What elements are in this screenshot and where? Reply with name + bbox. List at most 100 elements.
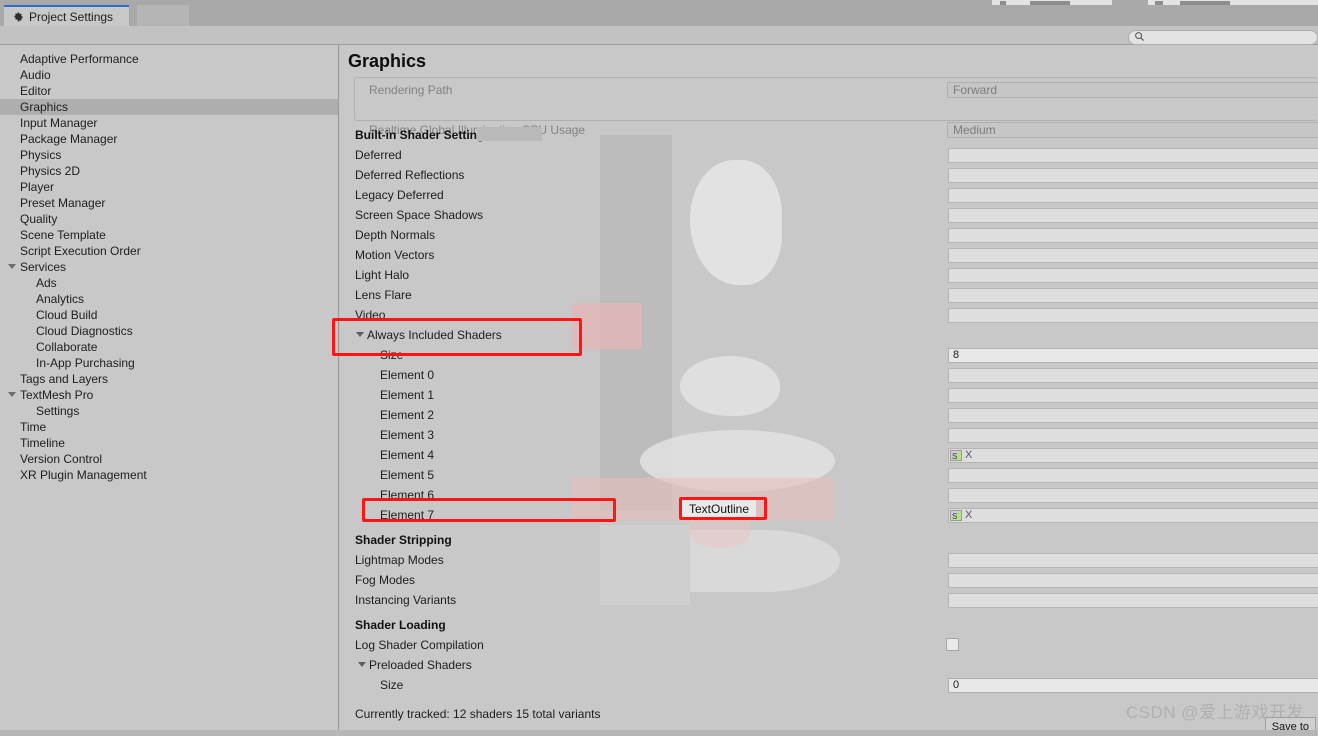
element-object-field[interactable] bbox=[948, 408, 1318, 423]
chevron-down-icon[interactable] bbox=[8, 264, 16, 269]
always-included-size-input[interactable]: 8 bbox=[948, 348, 1318, 363]
element-label: Element 6 bbox=[380, 488, 435, 502]
builtin-shader-object-field[interactable] bbox=[948, 288, 1318, 303]
shader-stripping-heading-text: Shader Stripping bbox=[355, 533, 452, 547]
builtin-shader-object-field[interactable] bbox=[948, 148, 1318, 163]
sidebar-item-label: Ads bbox=[36, 276, 57, 290]
rendering-path-value[interactable]: Forward bbox=[947, 82, 1318, 98]
sidebar-item-audio[interactable]: Audio bbox=[0, 67, 338, 83]
builtin-shader-label: Video bbox=[355, 308, 386, 322]
tab-bar-filler bbox=[137, 5, 189, 26]
sidebar-item-textmesh-pro[interactable]: TextMesh Pro bbox=[0, 387, 338, 403]
element-object-field[interactable] bbox=[948, 368, 1318, 383]
sidebar-item-label: Graphics bbox=[20, 100, 69, 114]
page-title: Graphics bbox=[348, 51, 427, 71]
builtin-shader-object-field[interactable] bbox=[948, 308, 1318, 323]
search-container bbox=[1128, 29, 1318, 45]
sidebar-item-settings[interactable]: Settings bbox=[0, 403, 338, 419]
element-label: Element 3 bbox=[380, 428, 435, 442]
sidebar-item-in-app-purchasing[interactable]: In-App Purchasing bbox=[0, 355, 338, 371]
sidebar-item-ads[interactable]: Ads bbox=[0, 275, 338, 291]
sidebar-item-label: Physics 2D bbox=[20, 164, 81, 178]
sidebar-item-editor[interactable]: Editor bbox=[0, 83, 338, 99]
shader-stripping-dropdown[interactable] bbox=[948, 553, 1318, 568]
builtin-shader-object-field[interactable] bbox=[948, 268, 1318, 283]
sidebar-item-physics-2d[interactable]: Physics 2D bbox=[0, 163, 338, 179]
sidebar-item-tags-and-layers[interactable]: Tags and Layers bbox=[0, 371, 338, 387]
builtin-shader-object-field[interactable] bbox=[948, 188, 1318, 203]
element-object-field[interactable] bbox=[948, 488, 1318, 503]
always-included-element-row: Element 6 bbox=[340, 485, 1318, 505]
preloaded-shaders-foldout[interactable]: Preloaded Shaders bbox=[340, 655, 1318, 675]
shader-stripping-row: Fog Modes bbox=[340, 570, 1318, 590]
builtin-shader-label: Light Halo bbox=[355, 268, 410, 282]
sidebar-item-graphics[interactable]: Graphics bbox=[0, 99, 338, 115]
sidebar-item-label: Services bbox=[20, 260, 67, 274]
builtin-shader-object-field[interactable] bbox=[948, 228, 1318, 243]
log-shader-compilation-checkbox[interactable] bbox=[946, 638, 959, 651]
sidebar-item-package-manager[interactable]: Package Manager bbox=[0, 131, 338, 147]
element-object-name: X bbox=[965, 449, 973, 461]
always-included-shaders-label: Always Included Shaders bbox=[367, 328, 502, 342]
preloaded-size-input[interactable]: 0 bbox=[948, 678, 1318, 693]
shader-stripping-rows: Lightmap Modes Fog Modes Instancing Varian… bbox=[340, 550, 1318, 610]
sidebar-item-label: Input Manager bbox=[20, 116, 98, 130]
sidebar-item-label: Scene Template bbox=[20, 228, 106, 242]
builtin-shader-object-field[interactable] bbox=[948, 168, 1318, 183]
element-object-name: X bbox=[965, 509, 973, 521]
chevron-down-icon[interactable] bbox=[356, 332, 364, 337]
settings-category-sidebar[interactable]: Adaptive Performance Audio Editor Graphics I… bbox=[0, 45, 339, 736]
always-included-shaders-foldout[interactable]: Always Included Shaders bbox=[340, 325, 1318, 345]
always-included-element-row: Element 3 bbox=[340, 425, 1318, 445]
sidebar-item-analytics[interactable]: Analytics bbox=[0, 291, 338, 307]
sidebar-item-scene-template[interactable]: Scene Template bbox=[0, 227, 338, 243]
builtin-shader-label: Depth Normals bbox=[355, 228, 436, 242]
sidebar-item-version-control[interactable]: Version Control bbox=[0, 451, 338, 467]
sidebar-item-label: Version Control bbox=[20, 452, 103, 466]
sidebar-item-preset-manager[interactable]: Preset Manager bbox=[0, 195, 338, 211]
tab-bar: Project Settings bbox=[0, 5, 1318, 26]
sidebar-item-label: Analytics bbox=[36, 292, 85, 306]
element-object-field[interactable] bbox=[948, 428, 1318, 443]
element-object-field[interactable] bbox=[948, 448, 1318, 463]
builtin-shader-object-field[interactable] bbox=[948, 208, 1318, 223]
sidebar-item-script-execution-order[interactable]: Script Execution Order bbox=[0, 243, 338, 259]
builtin-shader-row: Screen Space Shadows bbox=[340, 205, 1318, 225]
element-object-field[interactable] bbox=[948, 508, 1318, 523]
sidebar-item-cloud-build[interactable]: Cloud Build bbox=[0, 307, 338, 323]
sidebar-item-timeline[interactable]: Timeline bbox=[0, 435, 338, 451]
sidebar-item-services[interactable]: Services bbox=[0, 259, 338, 275]
builtin-shader-row: Deferred bbox=[340, 145, 1318, 165]
tab-project-settings[interactable]: Project Settings bbox=[4, 5, 130, 26]
settings-toolbar bbox=[0, 26, 1318, 45]
always-included-element-row: Element 1 bbox=[340, 385, 1318, 405]
sidebar-item-player[interactable]: Player bbox=[0, 179, 338, 195]
element-label: Element 4 bbox=[380, 448, 435, 462]
sidebar-item-label: Audio bbox=[20, 68, 51, 82]
shader-stripping-label: Fog Modes bbox=[355, 573, 416, 587]
sidebar-item-label: Editor bbox=[20, 84, 52, 98]
sidebar-item-adaptive-performance[interactable]: Adaptive Performance bbox=[0, 51, 338, 67]
sidebar-item-physics[interactable]: Physics bbox=[0, 147, 338, 163]
row-rendering-path: Rendering Path Forward bbox=[355, 80, 1318, 100]
chevron-down-icon[interactable] bbox=[358, 662, 366, 667]
project-settings-window: Project Settings Adaptive Performance Aud… bbox=[0, 0, 1318, 736]
always-included-element-row: Element 5 bbox=[340, 465, 1318, 485]
always-included-element-row: Element 4 SX bbox=[340, 445, 1318, 465]
element-object-field[interactable] bbox=[948, 388, 1318, 403]
shader-stripping-heading: Shader Stripping bbox=[340, 530, 1318, 550]
shader-asset-icon: S bbox=[950, 510, 962, 521]
sidebar-item-input-manager[interactable]: Input Manager bbox=[0, 115, 338, 131]
sidebar-item-collaborate[interactable]: Collaborate bbox=[0, 339, 338, 355]
sidebar-item-quality[interactable]: Quality bbox=[0, 211, 338, 227]
shader-stripping-dropdown[interactable] bbox=[948, 573, 1318, 588]
preloaded-shaders-label: Preloaded Shaders bbox=[369, 658, 472, 672]
chevron-down-icon[interactable] bbox=[8, 392, 16, 397]
builtin-shader-object-field[interactable] bbox=[948, 248, 1318, 263]
shader-stripping-dropdown[interactable] bbox=[948, 593, 1318, 608]
sidebar-item-xr-plugin-management[interactable]: XR Plugin Management bbox=[0, 467, 338, 483]
sidebar-item-time[interactable]: Time bbox=[0, 419, 338, 435]
element-object-field[interactable] bbox=[948, 468, 1318, 483]
sidebar-item-cloud-diagnostics[interactable]: Cloud Diagnostics bbox=[0, 323, 338, 339]
search-input[interactable] bbox=[1128, 29, 1318, 45]
